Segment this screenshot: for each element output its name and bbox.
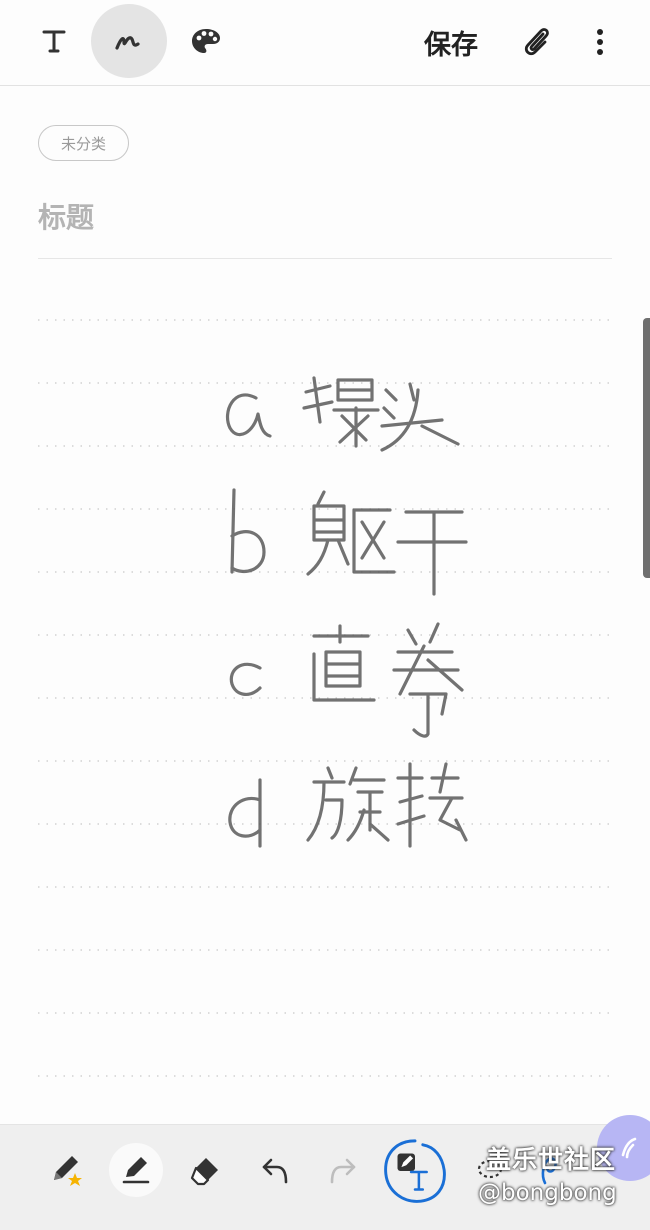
- pen-tool-button[interactable]: [109, 1143, 163, 1197]
- scroll-indicator[interactable]: [643, 318, 650, 578]
- handwritten-word-2: [306, 490, 468, 596]
- handwritten-letter-b: [230, 488, 266, 574]
- top-toolbar: 保存: [0, 0, 650, 86]
- handwritten-letter-c: [229, 662, 262, 696]
- handwriting-canvas[interactable]: [38, 290, 612, 1130]
- title-divider: [38, 258, 612, 259]
- redo-button[interactable]: [315, 1142, 371, 1198]
- undo-icon: [262, 1158, 288, 1184]
- color-palette-button[interactable]: [168, 4, 244, 78]
- attach-button[interactable]: [512, 18, 562, 66]
- redo-icon: [330, 1158, 356, 1184]
- handwriting-to-text-icon: [384, 1139, 446, 1203]
- handwritten-word-1: [302, 376, 460, 452]
- highlighter-icon: [122, 1157, 150, 1184]
- eraser-icon: [190, 1158, 218, 1186]
- handwritten-word-3: [312, 622, 464, 738]
- handwritten-letter-d: [228, 778, 262, 848]
- paperclip-icon: [524, 28, 549, 56]
- undo-button[interactable]: [247, 1142, 303, 1198]
- handwriting-mode-button[interactable]: [91, 4, 167, 78]
- handwriting-to-text-button[interactable]: [380, 1137, 450, 1207]
- handwritten-word-4: [306, 762, 468, 848]
- pen-favorite-button[interactable]: [38, 1142, 94, 1198]
- handwritten-letter-a: [225, 393, 272, 438]
- eraser-button[interactable]: [177, 1142, 233, 1198]
- edit-pen-icon: [621, 1137, 637, 1159]
- palette-icon: [192, 29, 220, 53]
- watermark-user: @bongbong: [478, 1180, 617, 1206]
- more-vertical-icon: [597, 29, 603, 55]
- handwriting-pen-icon: [115, 36, 140, 50]
- category-chip[interactable]: 未分类: [38, 125, 129, 161]
- save-button[interactable]: 保存: [414, 20, 488, 64]
- more-options-button[interactable]: [580, 18, 620, 66]
- pen-star-icon: [54, 1156, 82, 1186]
- text-mode-button[interactable]: [16, 4, 92, 78]
- handwriting-strokes: [225, 376, 468, 848]
- watermark-site: 盖乐世社区: [486, 1145, 617, 1174]
- title-field[interactable]: 标题: [38, 196, 94, 236]
- text-t-icon: [42, 30, 66, 53]
